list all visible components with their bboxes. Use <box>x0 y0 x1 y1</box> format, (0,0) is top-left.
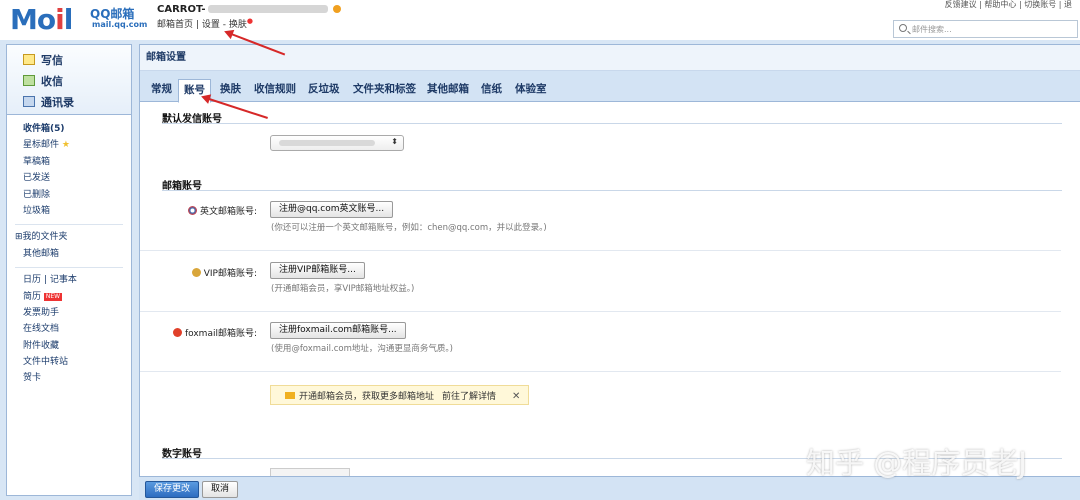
online-docs-link[interactable]: 在线文档 <box>7 321 131 337</box>
greeting-cards-link[interactable]: 贺卡 <box>7 370 131 386</box>
menu-divider <box>15 219 123 226</box>
logo-l: l <box>63 3 74 36</box>
foxmail-account-hint: (使用@foxmail.com地址，沟通更显商务气质。) <box>271 344 453 354</box>
logo-envelope-o: o <box>36 3 56 36</box>
calendar-notes-separator: | <box>43 275 47 286</box>
redacted-email <box>279 139 375 146</box>
notes-link[interactable]: 记事本 <box>50 275 77 285</box>
contacts-label: 通讯录 <box>41 96 74 109</box>
tab-stationery[interactable]: 信纸 <box>476 79 507 102</box>
file-transfer-link[interactable]: 文件中转站 <box>7 354 131 370</box>
search-icon <box>899 24 907 32</box>
calendar-link[interactable]: 日历 <box>23 275 41 285</box>
folder-menu: 收件箱(5) 星标邮件 ★ 草稿箱 已发送 已删除 垃圾箱 ⊞我的文件夹 其他邮… <box>7 115 131 387</box>
logo-i: i <box>55 3 65 36</box>
resume-link[interactable]: 简历 NEW <box>7 289 131 305</box>
folder-sent[interactable]: 已发送 <box>7 170 131 186</box>
tab-folders-labels[interactable]: 文件夹和标签 <box>348 79 421 102</box>
redacted-email <box>208 5 329 13</box>
pencil-icon <box>23 54 35 65</box>
tab-lab[interactable]: 体验室 <box>510 79 552 102</box>
row-divider <box>140 311 1061 312</box>
receive-label: 收信 <box>41 75 63 88</box>
promo-text: 开通邮箱会员，获取更多邮箱地址 <box>299 392 435 402</box>
folder-deleted[interactable]: 已删除 <box>7 187 131 203</box>
foxmail-account-label-text: foxmail邮箱账号: <box>184 329 257 339</box>
tab-other-mailboxes[interactable]: 其他邮箱 <box>422 79 474 102</box>
header-nav: 邮箱首页 | 设置 - 换肤● <box>157 17 253 30</box>
resume-label: 简历 <box>23 291 42 302</box>
cancel-button[interactable]: 取消 <box>202 481 239 498</box>
sidebar: 写信 收信 通讯录 收件箱(5) 星标邮件 ★ 草稿箱 已发送 已删除 垃圾箱 … <box>6 44 132 496</box>
vip-account-label: VIP邮箱账号: <box>140 266 257 279</box>
contacts-button[interactable]: 通讯录 <box>23 94 74 110</box>
attachment-favorites-link[interactable]: 附件收藏 <box>7 338 131 354</box>
register-foxmail-account-button[interactable]: 注册foxmail.com邮箱账号... <box>270 322 406 339</box>
folder-spam[interactable]: 垃圾箱 <box>7 203 131 219</box>
english-account-label: 英文邮箱账号: <box>140 204 257 217</box>
tab-skin[interactable]: 换肤 <box>215 79 246 102</box>
header: Moil QQ邮箱 mail.qq.com CARROT- 邮箱首页 | 设置 … <box>0 0 1080 42</box>
account-name-text: CARROT- <box>157 4 206 15</box>
tab-receive-rules[interactable]: 收信规则 <box>249 79 301 102</box>
section-divider <box>162 123 1062 124</box>
register-english-account-button[interactable]: 注册@qq.com英文账号... <box>270 201 394 218</box>
folder-starred[interactable]: 星标邮件 ★ <box>7 137 131 153</box>
warning-icon[interactable] <box>333 5 342 13</box>
folder-inbox[interactable]: 收件箱(5) <box>7 121 131 137</box>
quick-actions: 写信 收信 通讯录 <box>7 45 131 115</box>
row-divider <box>140 250 1061 251</box>
my-folders-toggle[interactable]: ⊞我的文件夹 <box>7 229 131 245</box>
zhihu-watermark: 知乎 @程序员老J <box>806 446 1027 480</box>
vip-account-label-text: VIP邮箱账号: <box>203 269 257 279</box>
receive-button[interactable]: 收信 <box>23 73 63 89</box>
search-placeholder: 邮件搜索... <box>912 25 952 34</box>
vip-badge-icon <box>191 268 201 277</box>
select-arrow-icon: ⬍ <box>391 137 398 146</box>
default-sender-select[interactable]: ⬍ <box>270 135 404 151</box>
skin-red-dot-icon: ● <box>246 17 253 25</box>
promo-details-link[interactable]: 前往了解详情 <box>442 392 496 402</box>
qq-logo-icon <box>187 206 197 215</box>
english-account-hint: (你还可以注册一个英文邮箱账号，例如：chen@qq.com，并以此登录。) <box>271 223 547 233</box>
settings-tabs: 常规 账号 换肤 收信规则 反垃圾 文件夹和标签 其他邮箱 信纸 体验室 <box>140 71 1080 103</box>
top-links[interactable]: 反馈建议 | 帮助中心 | 切换账号 | 退 <box>945 0 1072 10</box>
compose-label: 写信 <box>41 54 63 67</box>
section-divider <box>162 190 1062 191</box>
envelope-icon <box>285 392 295 399</box>
inbox-download-icon <box>23 75 35 86</box>
english-account-label-text: 英文邮箱账号: <box>199 207 257 217</box>
starred-label: 星标邮件 <box>23 140 60 151</box>
tab-anti-spam[interactable]: 反垃圾 <box>303 79 345 102</box>
foxmail-account-label: foxmail邮箱账号: <box>140 326 257 339</box>
save-changes-button[interactable]: 保存更改 <box>145 481 200 498</box>
register-vip-account-button[interactable]: 注册VIP邮箱账号... <box>270 262 365 279</box>
page-title: 邮箱设置 <box>140 45 1080 71</box>
nav-settings-link[interactable]: 设置 <box>202 20 220 30</box>
nav-separator: | <box>195 20 199 30</box>
row-divider <box>140 371 1061 372</box>
new-badge: NEW <box>43 292 63 301</box>
account-name: CARROT- <box>157 4 342 15</box>
settings-panel: 邮箱设置 常规 账号 换肤 收信规则 反垃圾 文件夹和标签 其他邮箱 信纸 体验… <box>139 44 1080 500</box>
logo-m: M <box>10 3 38 36</box>
nav-mail-home-link[interactable]: 邮箱首页 <box>157 20 193 30</box>
close-icon[interactable]: ✕ <box>512 391 520 402</box>
foxmail-logo-icon <box>172 328 182 337</box>
mail-search-input[interactable]: 邮件搜索... <box>893 20 1078 38</box>
qq-mail-logo[interactable]: Moil QQ邮箱 mail.qq.com <box>10 3 147 36</box>
logo-url-text: mail.qq.com <box>92 20 148 29</box>
calendar-notes-row: 日历 | 记事本 <box>7 272 131 288</box>
compose-button[interactable]: 写信 <box>23 52 63 68</box>
menu-divider <box>15 262 123 269</box>
address-book-icon <box>23 96 35 107</box>
vip-account-hint: (开通邮箱会员，享VIP邮箱地址权益。) <box>271 284 415 294</box>
other-mailboxes-link[interactable]: 其他邮箱 <box>7 246 131 262</box>
membership-promo-banner: 开通邮箱会员，获取更多邮箱地址 前往了解详情 ✕ <box>270 385 529 405</box>
tab-general[interactable]: 常规 <box>146 79 177 102</box>
invoice-assistant-link[interactable]: 发票助手 <box>7 305 131 321</box>
star-icon: ★ <box>61 140 70 151</box>
folder-drafts[interactable]: 草稿箱 <box>7 154 131 170</box>
